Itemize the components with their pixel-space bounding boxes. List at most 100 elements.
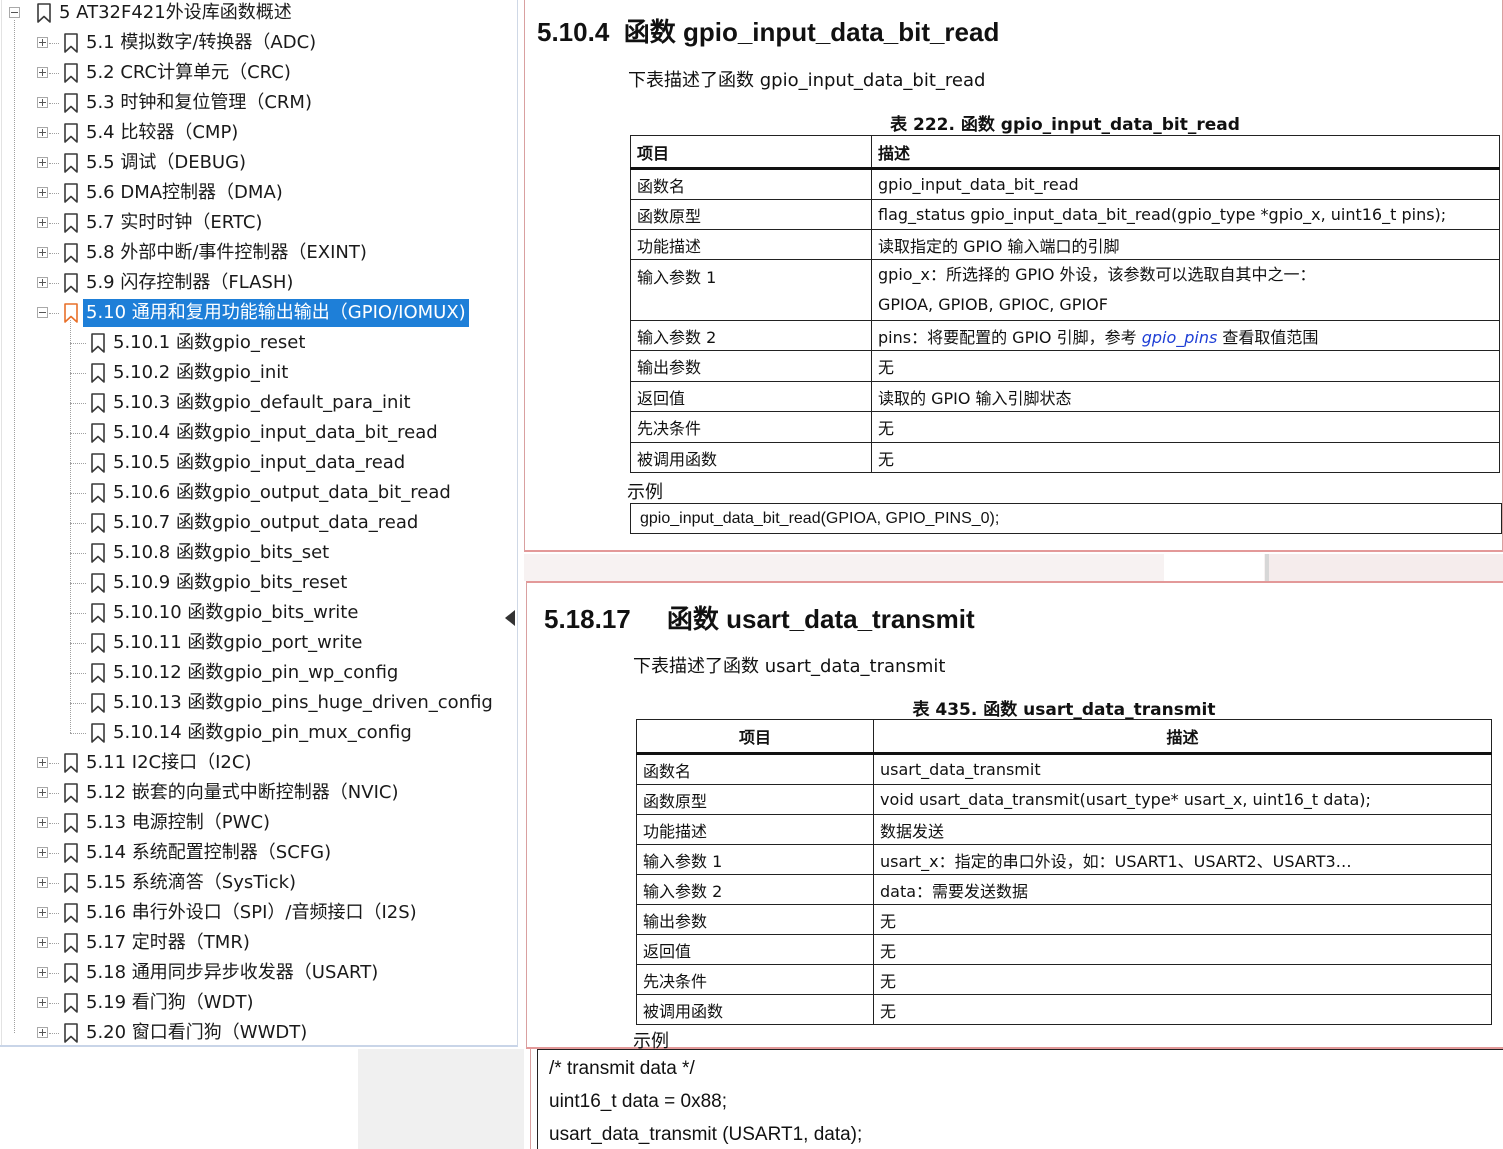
bookmark-item[interactable]: 5.10.1 函数gpio_reset: [0, 328, 517, 358]
section-title: 函数 gpio_input_data_bit_read: [623, 17, 1000, 47]
expand-toggle-icon[interactable]: [37, 907, 48, 918]
expand-toggle-icon[interactable]: [37, 817, 48, 828]
bookmark-item[interactable]: 5.10.3 函数gpio_default_para_init: [0, 388, 517, 418]
bookmark-item[interactable]: 5.13 电源控制（PWC): [0, 808, 517, 838]
bookmark-item[interactable]: 5.10.8 函数gpio_bits_set: [0, 538, 517, 568]
bookmark-item[interactable]: 5.5 调试（DEBUG): [0, 148, 517, 178]
section-title: 函数 usart_data_transmit: [666, 604, 975, 634]
table-row: 功能描述 读取指定的 GPIO 输入端口的引脚: [630, 229, 1500, 260]
expand-toggle-icon[interactable]: [37, 217, 48, 228]
bookmark-icon: [89, 363, 107, 383]
expand-toggle-icon[interactable]: [37, 37, 48, 48]
expand-toggle-icon[interactable]: [37, 937, 48, 948]
tree-connector: [70, 523, 86, 524]
row-value-line: gpio_x：所选择的 GPIO 外设，该参数可以选取自其中之一：: [878, 265, 1316, 284]
bookmark-item[interactable]: 5.1 模拟数字/转换器（ADC): [0, 28, 517, 58]
expand-toggle-icon[interactable]: [37, 247, 48, 258]
bookmark-item[interactable]: 5 AT32F421外设库函数概述: [0, 0, 517, 28]
section-intro: 下表描述了函数 usart_data_transmit: [633, 656, 946, 677]
bookmark-item[interactable]: 5.6 DMA控制器（DMA): [0, 178, 517, 208]
expand-toggle-icon[interactable]: [37, 277, 48, 288]
table-header-item: 项目: [636, 719, 874, 755]
bookmark-item[interactable]: 5.10.11 函数gpio_port_write: [0, 628, 517, 658]
bookmark-item[interactable]: 5.11 I2C接口（I2C): [0, 748, 517, 778]
bookmark-item[interactable]: 5.2 CRC计算单元（CRC): [0, 58, 517, 88]
tree-connector: [49, 763, 59, 764]
bookmark-icon: [89, 693, 107, 713]
function-spec-table: 项目 描述 函数名 gpio_input_data_bit_read 函数原型 …: [630, 135, 1500, 473]
bookmark-label: 5.7 实时时钟（ERTC): [86, 212, 263, 233]
table-row: 输入参数 2 data：需要发送数据: [636, 874, 1492, 905]
collapse-toggle-icon[interactable]: [37, 307, 48, 318]
bookmark-label: 5.10.14 函数gpio_pin_mux_config: [113, 722, 412, 743]
bookmark-label: 5.10.10 函数gpio_bits_write: [113, 602, 359, 623]
bookmark-item[interactable]: 5.10.2 函数gpio_init: [0, 358, 517, 388]
row-value: gpio_input_data_bit_read: [871, 168, 1500, 200]
example-code-box: gpio_input_data_bit_read(GPIOA, GPIO_PIN…: [630, 503, 1502, 534]
bookmark-icon: [89, 723, 107, 743]
bookmark-item[interactable]: 5.16 串行外设口（SPI）/音频接口（I2S): [0, 898, 517, 928]
expand-toggle-icon[interactable]: [37, 757, 48, 768]
bookmark-label: 5.10.3 函数gpio_default_para_init: [113, 392, 411, 413]
bookmark-item[interactable]: 5.18 通用同步异步收发器（USART): [0, 958, 517, 988]
tree-connector: [70, 583, 86, 584]
bookmark-item[interactable]: 5.10.12 函数gpio_pin_wp_config: [0, 658, 517, 688]
bookmark-item[interactable]: 5.10.7 函数gpio_output_data_read: [0, 508, 517, 538]
row-key: 函数名: [630, 168, 872, 200]
bookmark-label: 5.5 调试（DEBUG): [86, 152, 247, 173]
tree-connector: [49, 253, 59, 254]
table-row: 返回值 读取的 GPIO 输入引脚状态: [630, 381, 1500, 412]
bookmark-item[interactable]: 5.10.10 函数gpio_bits_write: [0, 598, 517, 628]
gpio-pins-link[interactable]: gpio_pins: [1142, 328, 1218, 347]
bookmark-item[interactable]: 5.20 窗口看门狗（WWDT): [0, 1018, 517, 1045]
expand-toggle-icon[interactable]: [37, 127, 48, 138]
expand-toggle-icon[interactable]: [37, 67, 48, 78]
expand-toggle-icon[interactable]: [37, 187, 48, 198]
expand-toggle-icon[interactable]: [37, 97, 48, 108]
row-key: 输入参数 2: [636, 874, 874, 905]
bookmark-item[interactable]: 5.8 外部中断/事件控制器（EXINT): [0, 238, 517, 268]
row-value-line: GPIOA, GPIOB, GPIOC, GPIOF: [878, 295, 1108, 314]
bookmark-item[interactable]: 5.19 看门狗（WDT): [0, 988, 517, 1018]
table-row: 输入参数 2 pins：将要配置的 GPIO 引脚，参考 gpio_pins 查…: [630, 320, 1500, 351]
bookmark-item[interactable]: 5.12 嵌套的向量式中断控制器（NVIC): [0, 778, 517, 808]
tree-connector: [49, 823, 59, 824]
bookmark-item[interactable]: 5.10.4 函数gpio_input_data_bit_read: [0, 418, 517, 448]
expand-toggle-icon[interactable]: [37, 1027, 48, 1038]
table-header-desc: 描述: [871, 135, 1500, 170]
expand-toggle-icon[interactable]: [37, 157, 48, 168]
bookmark-item[interactable]: 5.10 通用和复用功能输出输出（GPIO/IOMUX): [0, 298, 517, 328]
code-line: uint16_t data = 0x88;: [549, 1091, 728, 1112]
collapse-toggle-icon[interactable]: [9, 7, 20, 18]
bookmark-item[interactable]: 5.9 闪存控制器（FLASH): [0, 268, 517, 298]
row-value: 无: [873, 994, 1492, 1025]
bookmark-item[interactable]: 5.4 比较器（CMP): [0, 118, 517, 148]
bookmark-icon: [62, 273, 80, 293]
bookmark-item[interactable]: 5.10.14 函数gpio_pin_mux_config: [0, 718, 517, 748]
collapse-panel-arrow-icon[interactable]: [505, 610, 515, 626]
bookmark-item[interactable]: 5.15 系统滴答（SysTick): [0, 868, 517, 898]
expand-toggle-icon[interactable]: [37, 847, 48, 858]
bookmark-label: 5 AT32F421外设库函数概述: [59, 2, 292, 23]
bookmark-item[interactable]: 5.10.13 函数gpio_pins_huge_driven_config: [0, 688, 517, 718]
bookmark-item[interactable]: 5.10.6 函数gpio_output_data_bit_read: [0, 478, 517, 508]
table-row: 功能描述 数据发送: [636, 814, 1492, 845]
bookmark-icon: [62, 813, 80, 833]
bookmark-item[interactable]: 5.17 定时器（TMR): [0, 928, 517, 958]
bookmark-tree-panel[interactable]: 5 AT32F421外设库函数概述 5.1 模拟数字/转换器（ADC) 5.2 CR…: [0, 0, 518, 1047]
bookmark-item[interactable]: 5.10.5 函数gpio_input_data_read: [0, 448, 517, 478]
bookmark-label: 5.10.8 函数gpio_bits_set: [113, 542, 330, 563]
bookmark-item[interactable]: 5.7 实时时钟（ERTC): [0, 208, 517, 238]
row-value: 无: [873, 904, 1492, 935]
bookmark-item[interactable]: 5.10.9 函数gpio_bits_reset: [0, 568, 517, 598]
bookmark-label: 5.10.4 函数gpio_input_data_bit_read: [113, 422, 438, 443]
expand-toggle-icon[interactable]: [37, 787, 48, 798]
row-key: 返回值: [630, 381, 872, 412]
table-row: 输出参数 无: [630, 350, 1500, 382]
row-key: 被调用函数: [636, 994, 874, 1025]
expand-toggle-icon[interactable]: [37, 877, 48, 888]
bookmark-item[interactable]: 5.14 系统配置控制器（SCFG): [0, 838, 517, 868]
expand-toggle-icon[interactable]: [37, 997, 48, 1008]
expand-toggle-icon[interactable]: [37, 967, 48, 978]
bookmark-item[interactable]: 5.3 时钟和复位管理（CRM): [0, 88, 517, 118]
